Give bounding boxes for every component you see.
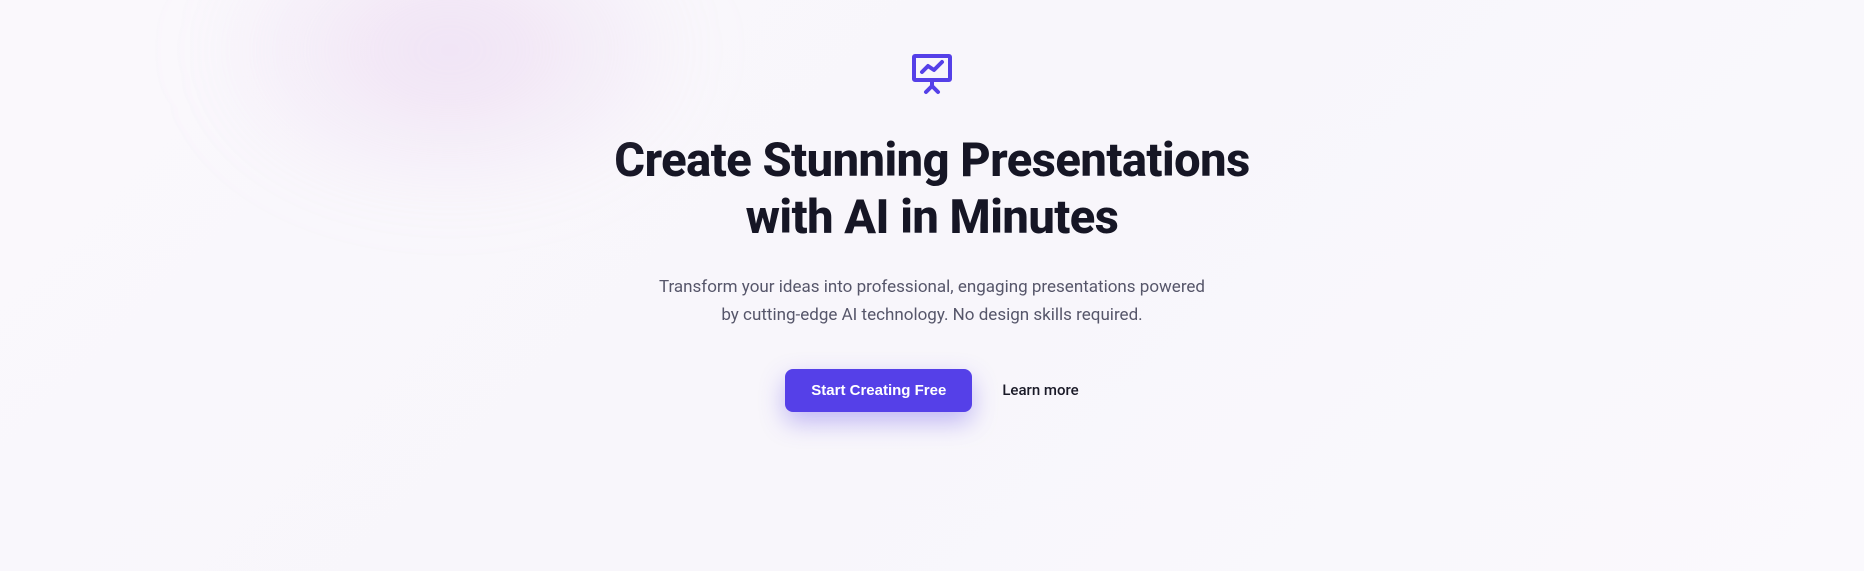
hero-headline: Create Stunning Presentations with AI in… xyxy=(614,132,1249,247)
headline-line-1: Create Stunning Presentations xyxy=(614,133,1249,188)
headline-line-2: with AI in Minutes xyxy=(614,189,1249,246)
start-creating-button[interactable]: Start Creating Free xyxy=(785,369,972,412)
hero-subhead: Transform your ideas into professional, … xyxy=(652,273,1212,329)
cta-row: Start Creating Free Learn more xyxy=(785,369,1078,412)
hero-section: Create Stunning Presentations with AI in… xyxy=(0,0,1864,571)
presentation-icon xyxy=(908,50,956,102)
learn-more-link[interactable]: Learn more xyxy=(1002,381,1078,399)
